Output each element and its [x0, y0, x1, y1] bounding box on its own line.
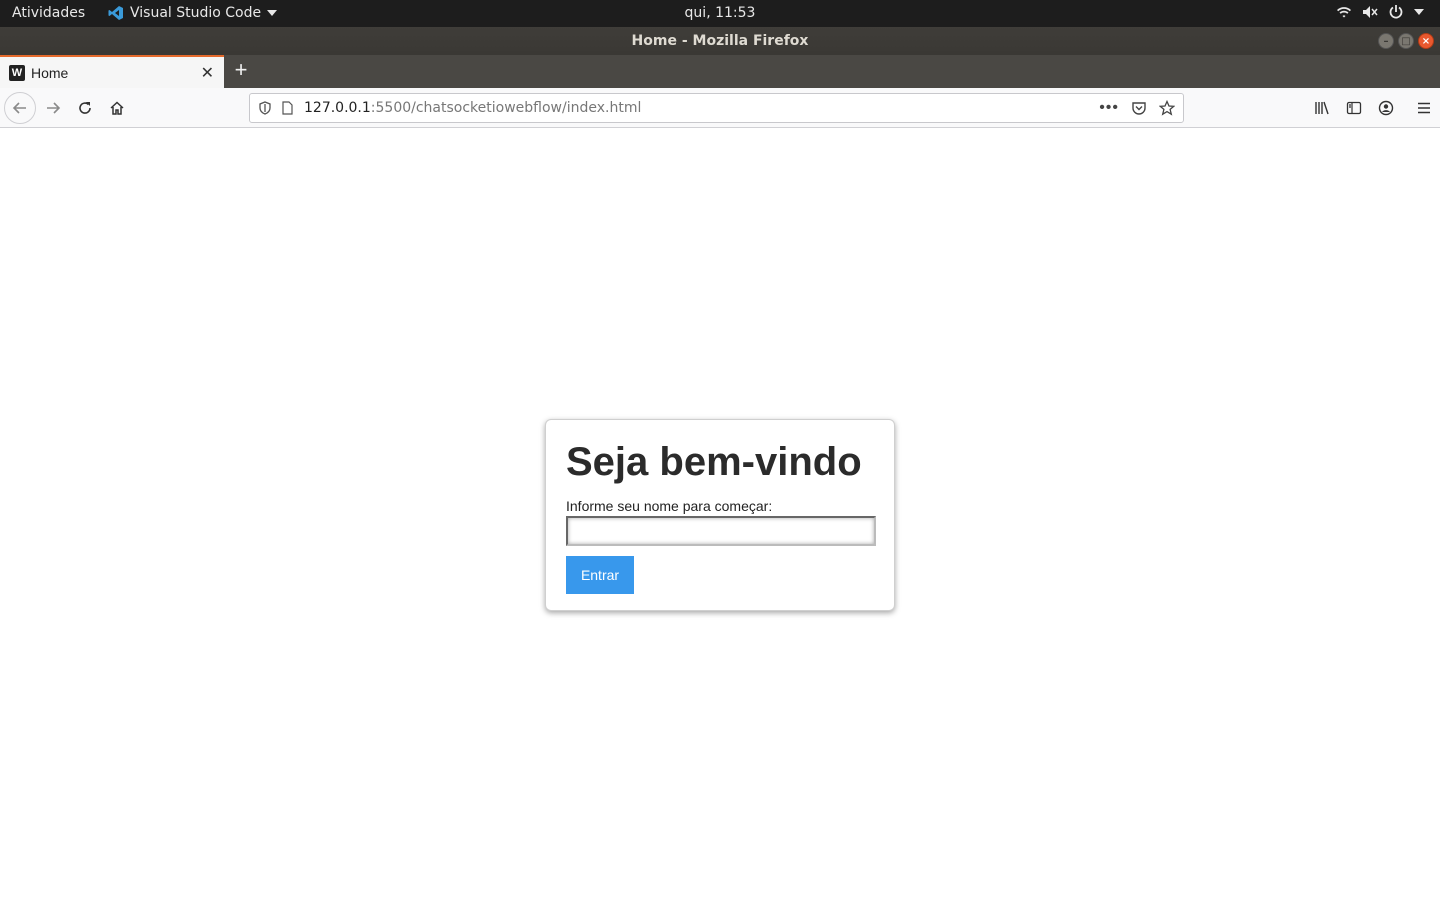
arrow-left-icon: [12, 102, 26, 114]
maximize-button[interactable]: □: [1398, 33, 1414, 49]
tab-strip: W Home ✕ +: [0, 55, 1440, 88]
navigation-toolbar: 127.0.0.1:5500/chatsocketiowebflow/index…: [0, 88, 1440, 128]
tab-title: Home: [31, 64, 69, 81]
window-title-bar: Home - Mozilla Firefox – □ ×: [0, 27, 1440, 55]
close-window-button[interactable]: ×: [1418, 33, 1434, 49]
bookmark-star-icon[interactable]: [1159, 100, 1175, 116]
home-icon: [110, 101, 124, 115]
arrow-right-icon: [47, 102, 61, 114]
account-button[interactable]: [1370, 92, 1402, 124]
url-host: 127.0.0.1: [304, 100, 371, 116]
page-title: Seja bem-vindo: [566, 440, 862, 484]
system-tray[interactable]: [1336, 4, 1424, 20]
name-label: Informe seu nome para começar:: [566, 498, 773, 514]
new-tab-button[interactable]: +: [230, 59, 252, 81]
window-controls: – □ ×: [1378, 33, 1434, 49]
home-button[interactable]: [101, 92, 133, 124]
system-top-bar: Atividades Visual Studio Code qui, 11:53: [0, 0, 1440, 27]
url-text[interactable]: 127.0.0.1:5500/chatsocketiowebflow/index…: [304, 100, 1099, 116]
pocket-icon[interactable]: [1131, 100, 1147, 116]
enter-button[interactable]: Entrar: [566, 556, 634, 594]
webflow-favicon-icon: W: [9, 64, 25, 81]
page-info-icon[interactable]: [278, 99, 296, 117]
hamburger-menu-icon: [1418, 102, 1430, 114]
power-icon: [1389, 5, 1403, 19]
chevron-down-icon: [1414, 9, 1424, 15]
close-tab-icon[interactable]: ✕: [201, 63, 214, 83]
library-icon: [1315, 101, 1329, 115]
menu-button[interactable]: [1408, 92, 1440, 124]
welcome-card: Seja bem-vindo Informe seu nome para com…: [545, 419, 895, 611]
window-title: Home - Mozilla Firefox: [631, 33, 809, 49]
forward-button[interactable]: [37, 92, 69, 124]
sidebar-icon: [1346, 101, 1362, 115]
back-button[interactable]: [4, 92, 36, 124]
clock[interactable]: qui, 11:53: [0, 5, 1440, 21]
tab-home[interactable]: W Home ✕: [0, 55, 224, 88]
reload-icon: [79, 102, 91, 114]
library-button[interactable]: [1306, 92, 1338, 124]
minimize-button[interactable]: –: [1378, 33, 1394, 49]
name-input[interactable]: [566, 516, 876, 546]
sidebar-button[interactable]: [1338, 92, 1370, 124]
address-bar[interactable]: 127.0.0.1:5500/chatsocketiowebflow/index…: [249, 93, 1184, 123]
shield-icon[interactable]: [256, 99, 274, 117]
page-actions-icon[interactable]: •••: [1099, 99, 1119, 117]
account-icon: [1378, 100, 1394, 116]
url-path: :5500/chatsocketiowebflow/index.html: [370, 100, 642, 116]
reload-button[interactable]: [69, 92, 101, 124]
volume-muted-icon: [1363, 6, 1378, 18]
wifi-icon: [1337, 7, 1351, 18]
